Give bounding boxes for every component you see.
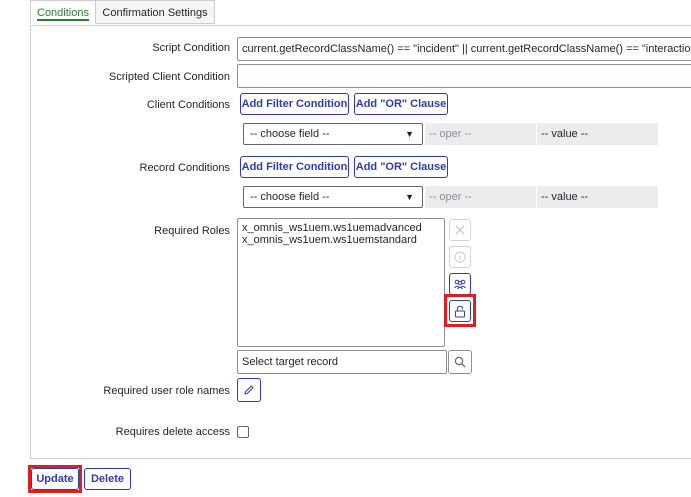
record-choose-field-select[interactable]: -- choose field -- ▼ xyxy=(243,186,423,208)
required-user-role-names-label: Required user role names xyxy=(103,385,230,397)
requires-delete-access-label: Requires delete access xyxy=(115,426,230,438)
group-icon xyxy=(454,279,466,290)
record-conditions-label: Record Conditions xyxy=(139,162,231,174)
info-icon xyxy=(454,251,466,263)
search-button[interactable] xyxy=(448,350,472,374)
record-oper-field: -- oper -- xyxy=(425,186,536,208)
tab-confirmation-settings[interactable]: Confirmation Settings xyxy=(95,0,215,24)
client-conditions-label: Client Conditions xyxy=(146,99,230,111)
scripted-client-condition-field[interactable] xyxy=(237,64,691,88)
tab-bar: Conditions Confirmation Settings xyxy=(0,0,691,26)
record-value-field: -- value -- xyxy=(537,186,658,208)
chevron-down-icon: ▼ xyxy=(405,129,414,139)
client-add-filter-button[interactable]: Add Filter Condition xyxy=(240,93,349,115)
pencil-icon xyxy=(244,385,254,395)
highlight-box-update xyxy=(28,465,82,493)
required-roles-label: Required Roles xyxy=(154,225,230,237)
record-add-or-button[interactable]: Add "OR" Clause xyxy=(354,156,448,178)
required-roles-list[interactable]: x_omnis_ws1uem.ws1uemadvanced x_omnis_ws… xyxy=(237,218,445,347)
client-add-or-button[interactable]: Add "OR" Clause xyxy=(354,93,448,115)
delete-button[interactable]: Delete xyxy=(84,468,131,490)
close-icon xyxy=(455,225,465,235)
chevron-down-icon: ▼ xyxy=(405,192,414,202)
lookup-users-button[interactable] xyxy=(449,273,471,295)
remove-role-button[interactable] xyxy=(449,219,471,241)
script-condition-label: Script Condition xyxy=(152,42,230,54)
role-item[interactable]: x_omnis_ws1uem.ws1uemadvanced xyxy=(242,222,440,234)
role-item[interactable]: x_omnis_ws1uem.ws1uemstandard xyxy=(242,234,440,246)
select-target-record-input[interactable]: Select target record xyxy=(237,350,447,374)
script-condition-field[interactable]: current.getRecordClassName() == "inciden… xyxy=(237,37,691,61)
scripted-client-condition-label: Scripted Client Condition xyxy=(108,71,230,83)
requires-delete-access-checkbox[interactable] xyxy=(237,426,249,438)
search-icon xyxy=(454,356,466,368)
client-value-field: -- value -- xyxy=(537,123,658,145)
client-choose-field-select[interactable]: -- choose field -- ▼ xyxy=(243,123,423,145)
highlight-box-unlock xyxy=(444,294,476,327)
record-choose-field-text: -- choose field -- xyxy=(250,191,330,203)
role-info-button[interactable] xyxy=(449,246,471,268)
client-oper-field: -- oper -- xyxy=(425,123,536,145)
tab-conditions[interactable]: Conditions xyxy=(30,0,96,24)
client-choose-field-text: -- choose field -- xyxy=(250,128,330,140)
record-add-filter-button[interactable]: Add Filter Condition xyxy=(240,156,349,178)
edit-role-names-button[interactable] xyxy=(237,378,261,402)
